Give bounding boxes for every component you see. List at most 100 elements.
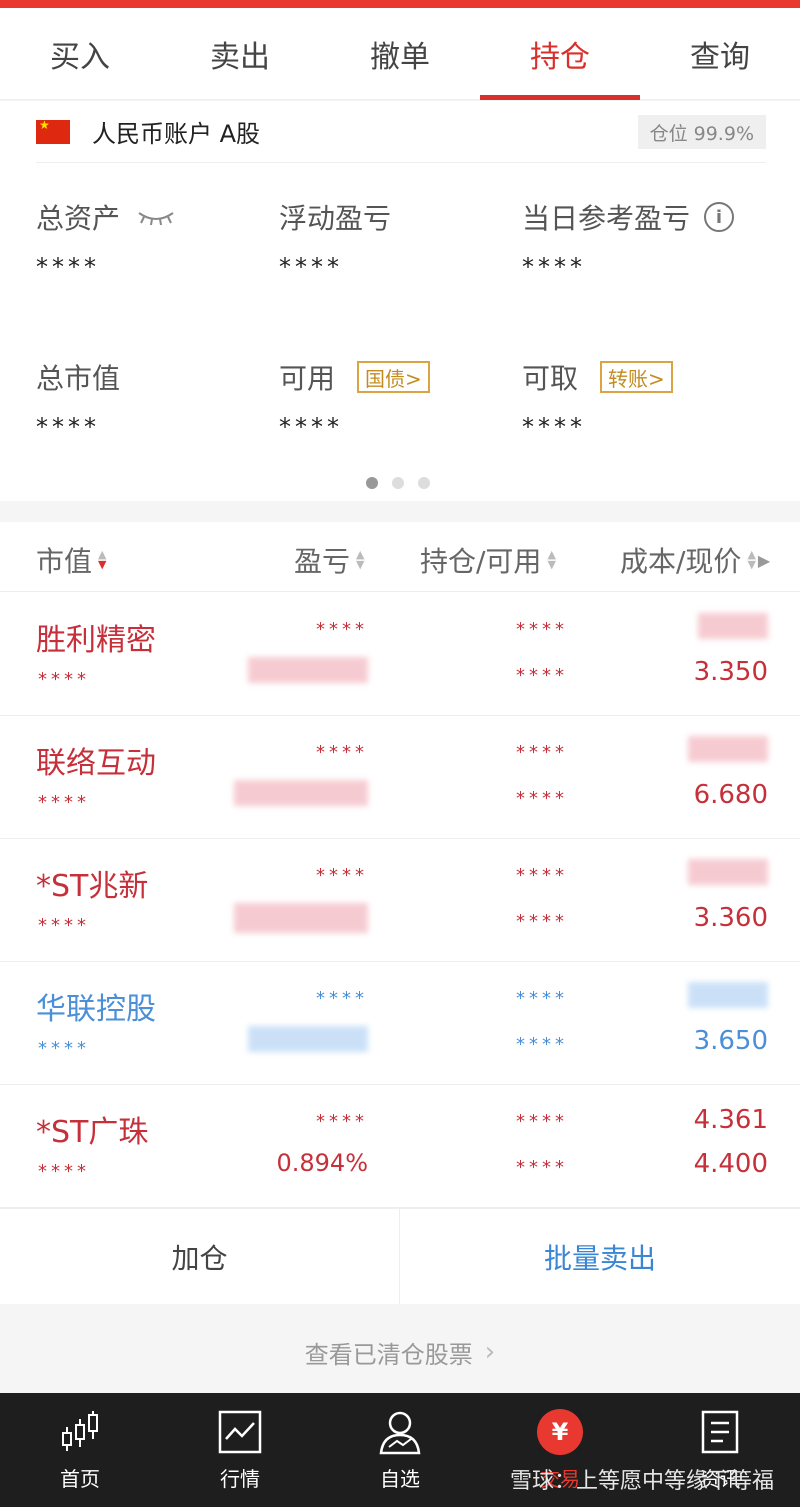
metric-withdrawable: 可取 转账> **** bbox=[522, 357, 762, 441]
stock-pnl: **** bbox=[316, 988, 368, 1009]
nav-home[interactable]: 首页 bbox=[0, 1393, 160, 1507]
metric-available: 可用 国债> **** bbox=[279, 357, 519, 441]
sort-pnl[interactable]: 盈亏 ▲ ▼ bbox=[294, 540, 364, 580]
metric-label: 可取 bbox=[522, 362, 579, 395]
sort-cost-price[interactable]: 成本/现价 ▲ ▼ ▶ bbox=[620, 540, 770, 580]
transfer-button[interactable]: 转账> bbox=[600, 361, 673, 393]
stock-price: 3.360 bbox=[693, 903, 768, 933]
tab-query[interactable]: 查询 bbox=[640, 8, 800, 100]
top-accent-strip bbox=[0, 0, 800, 8]
treasury-button[interactable]: 国债> bbox=[357, 361, 430, 393]
tab-buy[interactable]: 买入 bbox=[0, 8, 160, 100]
stock-market-value: **** bbox=[38, 915, 90, 936]
nav-market[interactable]: 行情 bbox=[160, 1393, 320, 1507]
stock-price: 3.650 bbox=[693, 1026, 768, 1056]
stock-price: 3.350 bbox=[693, 657, 768, 687]
metric-label: 总市值 bbox=[36, 362, 121, 395]
nav-label: 首页 bbox=[60, 1466, 100, 1491]
stock-pnl: **** bbox=[316, 865, 368, 886]
bottom-nav: 首页 行情 自选 ¥ 交易 资讯 雪球：上等愿中等缘下等福 bbox=[0, 1393, 800, 1507]
stock-market-value: **** bbox=[38, 1161, 90, 1182]
document-icon bbox=[701, 1410, 739, 1453]
stock-cost bbox=[688, 859, 768, 885]
stock-position: **** bbox=[516, 619, 568, 640]
metric-float-pnl: 浮动盈亏 **** bbox=[279, 197, 519, 281]
tab-cancel[interactable]: 撤单 bbox=[320, 8, 480, 100]
holdings-header: 市值 ▲ ▼ 盈亏 ▲ ▼ 持仓/可用 ▲ ▼ 成本/现价 ▲ ▼ ▶ bbox=[0, 522, 800, 592]
stock-position: **** bbox=[516, 742, 568, 763]
stock-pnl: **** bbox=[316, 1111, 368, 1132]
stock-available: **** bbox=[516, 1034, 568, 1055]
nav-watchlist[interactable]: 自选 bbox=[320, 1393, 480, 1507]
add-position-button[interactable]: 加仓 bbox=[0, 1209, 400, 1305]
stock-cost: 4.361 bbox=[693, 1105, 768, 1135]
cleared-stocks-label: 查看已清仓股票 bbox=[304, 1340, 473, 1369]
metric-label: 浮动盈亏 bbox=[279, 202, 392, 235]
metric-total-assets: 总资产 **** bbox=[36, 197, 276, 281]
candlestick-icon bbox=[62, 1410, 98, 1451]
stock-position: **** bbox=[516, 988, 568, 1009]
holding-actions: 加仓 批量卖出 bbox=[0, 1208, 800, 1305]
metric-label: 当日参考盈亏 bbox=[522, 202, 691, 235]
nav-label: 自选 bbox=[380, 1466, 420, 1491]
stock-cost bbox=[688, 982, 768, 1008]
page-dot bbox=[418, 477, 430, 489]
chevron-right-icon: › bbox=[484, 1337, 496, 1367]
stock-name: 联络互动 bbox=[36, 746, 156, 781]
watermark: 雪球：上等愿中等缘下等福 bbox=[509, 1469, 774, 1494]
trade-tabs: 买入 卖出 撤单 持仓 查询 bbox=[0, 8, 800, 100]
page-dot bbox=[366, 477, 378, 489]
user-chart-icon bbox=[379, 1411, 421, 1454]
stock-available: **** bbox=[516, 788, 568, 809]
sort-icon: ▲ ▼ bbox=[356, 548, 365, 571]
metric-value: **** bbox=[279, 253, 343, 281]
metric-daily-pnl: 当日参考盈亏 i **** bbox=[522, 197, 782, 281]
sort-icon: ▲ ▼ bbox=[547, 548, 556, 571]
chart-icon bbox=[218, 1410, 262, 1453]
table-row[interactable]: 华联控股 **** **** **** **** 3.650 bbox=[0, 962, 800, 1085]
metric-value: **** bbox=[36, 253, 100, 281]
cleared-stocks-link[interactable]: 查看已清仓股票 › bbox=[0, 1320, 800, 1384]
stock-price: 6.680 bbox=[693, 780, 768, 810]
stock-position: **** bbox=[516, 865, 568, 886]
china-flag-icon bbox=[36, 118, 70, 144]
eye-closed-icon[interactable] bbox=[136, 207, 176, 227]
metric-value: **** bbox=[522, 413, 586, 441]
stock-pnl-pct bbox=[248, 657, 368, 683]
chevron-right-icon[interactable]: ▶ bbox=[758, 551, 770, 570]
stock-price: 4.400 bbox=[693, 1149, 768, 1179]
page-indicator bbox=[366, 477, 430, 489]
stock-name: *ST广珠 bbox=[36, 1115, 149, 1150]
stock-available: **** bbox=[516, 665, 568, 686]
batch-sell-button[interactable]: 批量卖出 bbox=[400, 1209, 800, 1305]
stock-pnl-pct bbox=[234, 903, 368, 933]
stock-name: 华联控股 bbox=[36, 992, 156, 1027]
position-ratio-badge: 仓位 99.9% bbox=[637, 115, 766, 149]
table-row[interactable]: 联络互动 **** **** **** **** 6.680 bbox=[0, 716, 800, 839]
tab-sell[interactable]: 卖出 bbox=[160, 8, 320, 100]
metric-label: 可用 bbox=[279, 362, 336, 395]
nav-label: 行情 bbox=[220, 1466, 260, 1491]
account-selector[interactable]: 人民币账户 A股 仓位 99.9% bbox=[36, 101, 766, 163]
sort-position[interactable]: 持仓/可用 ▲ ▼ bbox=[420, 540, 556, 580]
stock-pnl: **** bbox=[316, 619, 368, 640]
info-icon[interactable]: i bbox=[704, 202, 735, 232]
header-label: 市值 bbox=[36, 545, 93, 578]
stock-market-value: **** bbox=[38, 669, 90, 690]
stock-available: **** bbox=[516, 911, 568, 932]
metric-market-value: 总市值 **** bbox=[36, 357, 276, 441]
stock-cost bbox=[698, 613, 768, 639]
sort-icon: ▲ ▼ bbox=[98, 548, 107, 571]
stock-pnl: **** bbox=[316, 742, 368, 763]
stock-pnl-pct bbox=[234, 780, 368, 806]
stock-name: *ST兆新 bbox=[36, 869, 149, 904]
table-row[interactable]: *ST兆新 **** **** **** **** 3.360 bbox=[0, 839, 800, 962]
header-label: 成本/现价 bbox=[620, 545, 742, 578]
sort-market-value[interactable]: 市值 ▲ ▼ bbox=[36, 540, 106, 580]
holdings-table: 市值 ▲ ▼ 盈亏 ▲ ▼ 持仓/可用 ▲ ▼ 成本/现价 ▲ ▼ ▶ 胜利精密 ***… bbox=[0, 522, 800, 1208]
stock-name: 胜利精密 bbox=[36, 623, 156, 658]
table-row[interactable]: *ST广珠 **** **** 0.894% **** **** 4.361 4… bbox=[0, 1085, 800, 1208]
tab-holdings[interactable]: 持仓 bbox=[480, 8, 640, 100]
header-label: 盈亏 bbox=[294, 545, 351, 578]
table-row[interactable]: 胜利精密 **** **** **** **** 3.350 bbox=[0, 593, 800, 716]
